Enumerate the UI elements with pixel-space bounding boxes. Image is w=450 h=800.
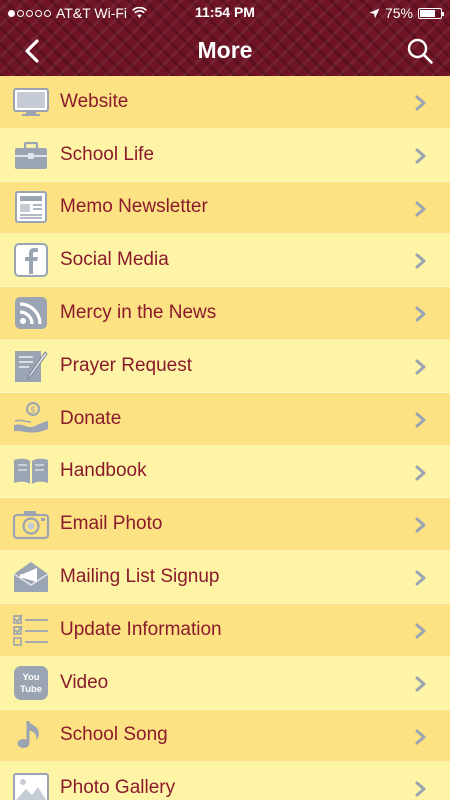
monitor-icon <box>11 82 51 122</box>
menu-item-label: Video <box>60 671 109 693</box>
menu-item-label: Update Information <box>60 618 222 640</box>
menu-item-handbook[interactable]: Handbook <box>0 445 450 499</box>
chevron-right-icon <box>414 412 428 428</box>
chevron-right-icon <box>414 517 428 533</box>
location-arrow-icon <box>369 8 380 18</box>
header: AT&T Wi-Fi 11:54 PM 75% More <box>0 0 450 76</box>
menu-item-photo-gallery[interactable]: Photo Gallery <box>0 762 450 800</box>
menu-item-label: Mercy in the News <box>60 302 217 324</box>
newspaper-icon <box>11 187 51 227</box>
chevron-right-icon <box>414 306 428 322</box>
status-right: 75% <box>369 5 444 21</box>
chevron-right-icon <box>414 148 428 164</box>
menu-item-label: Photo Gallery <box>60 777 176 799</box>
menu-item-memo-newsletter[interactable]: Memo Newsletter <box>0 181 450 235</box>
youtube-icon: You Tube <box>11 663 51 703</box>
menu-item-label: Social Media <box>60 249 169 271</box>
page-title: More <box>197 37 253 63</box>
menu-item-email-photo[interactable]: Email Photo <box>0 498 450 552</box>
nav-bar: More <box>0 26 450 76</box>
youtube-logo-text-bottom: Tube <box>20 684 42 695</box>
chevron-left-icon <box>25 39 39 63</box>
menu-item-label: Memo Newsletter <box>60 196 208 218</box>
battery-icon <box>418 7 444 19</box>
menu-item-website[interactable]: Website <box>0 76 450 129</box>
book-icon <box>11 451 51 491</box>
menu-item-label: Handbook <box>60 460 147 482</box>
envelope-megaphone-icon <box>11 557 51 597</box>
camera-icon <box>11 504 51 544</box>
menu-item-update-information[interactable]: Update Information <box>0 603 450 657</box>
menu-item-label: Email Photo <box>60 513 163 535</box>
form-pencil-icon <box>11 346 51 386</box>
menu-item-mercy-in-the-news[interactable]: Mercy in the News <box>0 287 450 340</box>
menu-item-school-song[interactable]: School Song <box>0 709 450 763</box>
briefcase-icon <box>11 135 51 175</box>
music-note-icon <box>11 715 51 755</box>
svg-text:$: $ <box>30 405 36 415</box>
chevron-right-icon <box>414 781 428 797</box>
menu-item-social-media[interactable]: Social Media <box>0 234 450 288</box>
chevron-right-icon <box>414 570 428 586</box>
status-bar: AT&T Wi-Fi 11:54 PM 75% <box>0 0 450 26</box>
image-icon <box>11 768 51 800</box>
chevron-right-icon <box>414 201 428 217</box>
menu-item-label: School Song <box>60 724 168 746</box>
menu-item-donate[interactable]: $ Donate <box>0 392 450 446</box>
chevron-right-icon <box>414 676 428 692</box>
menu-item-school-life[interactable]: School Life <box>0 128 450 182</box>
menu-item-label: Website <box>60 90 129 112</box>
menu-item-label: Mailing List Signup <box>60 566 220 588</box>
rss-icon <box>11 293 51 333</box>
chevron-right-icon <box>414 253 428 269</box>
menu-list: Website School Life Memo Newsletter Social … <box>0 76 450 800</box>
youtube-logo-text-top: You <box>22 672 39 683</box>
menu-item-label: Donate <box>60 407 122 429</box>
chevron-right-icon <box>414 465 428 481</box>
checklist-icon <box>11 610 51 650</box>
battery-percent: 75% <box>384 5 413 21</box>
chevron-right-icon <box>414 623 428 639</box>
donate-hand-icon: $ <box>11 399 51 439</box>
menu-item-video[interactable]: You Tube Video <box>0 656 450 710</box>
search-icon <box>407 38 433 64</box>
menu-item-mailing-list-signup[interactable]: Mailing List Signup <box>0 551 450 604</box>
facebook-icon <box>11 240 51 280</box>
menu-item-label: Prayer Request <box>60 354 193 376</box>
back-button[interactable] <box>14 34 50 68</box>
menu-item-prayer-request[interactable]: Prayer Request <box>0 339 450 393</box>
menu-item-label: School Life <box>60 143 155 165</box>
chevron-right-icon <box>414 729 428 745</box>
chevron-right-icon <box>414 95 428 111</box>
battery-level <box>420 9 435 17</box>
search-button[interactable] <box>402 34 438 68</box>
chevron-right-icon <box>414 359 428 375</box>
